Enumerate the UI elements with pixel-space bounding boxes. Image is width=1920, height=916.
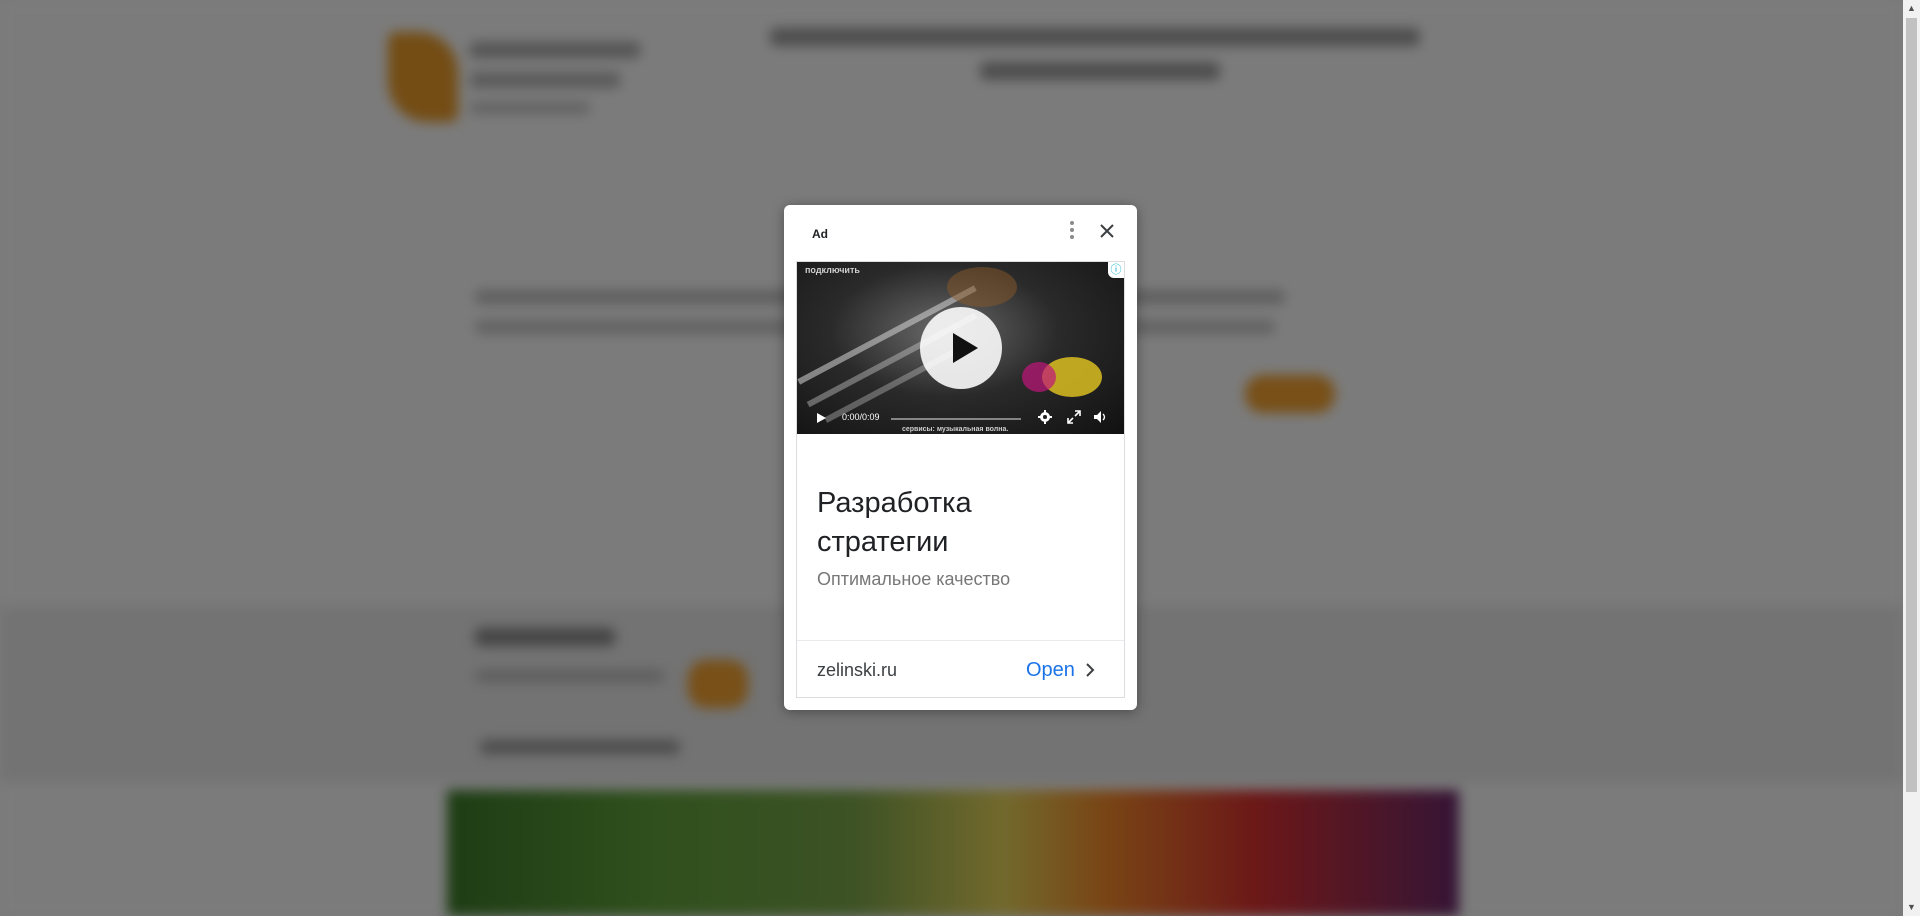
open-button-label: Open	[1026, 658, 1075, 681]
gear-icon[interactable]	[1038, 410, 1052, 424]
ad-info-icon[interactable]: ⓘ	[1108, 262, 1124, 278]
fullscreen-icon[interactable]	[1067, 410, 1081, 424]
open-button[interactable]: Open	[1026, 657, 1097, 683]
ad-dialog: Ad подключить ⓘ 0:00/0:09 сервисы: музык…	[784, 205, 1137, 710]
scrollbar-thumb[interactable]	[1906, 18, 1917, 792]
music-caption: сервисы: музыкальная волна.	[902, 426, 1009, 433]
play-icon[interactable]	[815, 412, 827, 424]
ad-subline: Оптимальное качество	[817, 569, 1011, 589]
video-overlay-text: подключить	[805, 265, 860, 275]
close-button[interactable]	[1096, 220, 1118, 242]
ad-headline[interactable]: Разработка стратегии	[817, 484, 1077, 562]
close-icon	[1100, 224, 1114, 238]
ad-footer: zelinski.ru Open	[797, 640, 1124, 697]
scroll-up-arrow-icon[interactable]: ▲	[1903, 0, 1920, 17]
page-scrollbar[interactable]: ▲ ▼	[1903, 0, 1920, 916]
big-play-button[interactable]	[920, 307, 1002, 389]
play-icon	[953, 333, 978, 363]
video-time: 0:00/0:09	[842, 412, 880, 422]
video-controls: 0:00/0:09 сервисы: музыкальная волна.	[797, 402, 1124, 434]
scroll-down-arrow-icon[interactable]: ▼	[1903, 899, 1920, 916]
volume-icon[interactable]	[1093, 410, 1107, 424]
more-options-button[interactable]	[1062, 219, 1082, 243]
chevron-right-icon	[1086, 663, 1095, 677]
ad-label: Ad	[812, 227, 828, 241]
video-progress-bar[interactable]	[891, 418, 1021, 420]
ad-creative[interactable]: подключить ⓘ 0:00/0:09 сервисы: музыкаль…	[796, 261, 1125, 698]
ad-video[interactable]: подключить ⓘ 0:00/0:09 сервисы: музыкаль…	[797, 262, 1124, 434]
ad-domain[interactable]: zelinski.ru	[817, 660, 897, 681]
